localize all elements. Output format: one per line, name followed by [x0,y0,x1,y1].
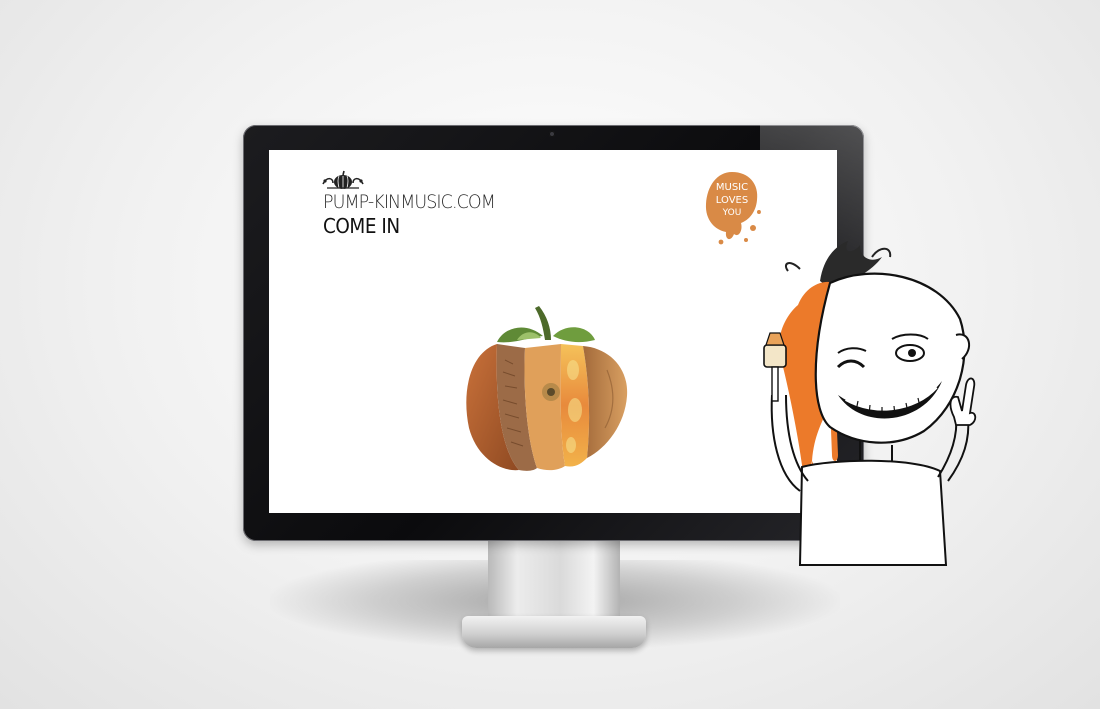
badge-line-3: YOU [722,208,742,218]
pumpkin-ornament-icon [322,170,364,189]
grinning-character-illustration [763,241,977,566]
camera-icon [549,131,555,137]
monitor-stand [488,538,620,624]
badge-line-2: LOVES [716,195,748,206]
come-in-link[interactable]: COME IN [323,214,400,238]
monitor-base [462,616,646,648]
pumpkin-collage-image[interactable] [457,300,643,480]
site-title: PUMP-KINMUSIC.COM [323,191,496,213]
badge-line-1: MUSIC [716,182,748,193]
